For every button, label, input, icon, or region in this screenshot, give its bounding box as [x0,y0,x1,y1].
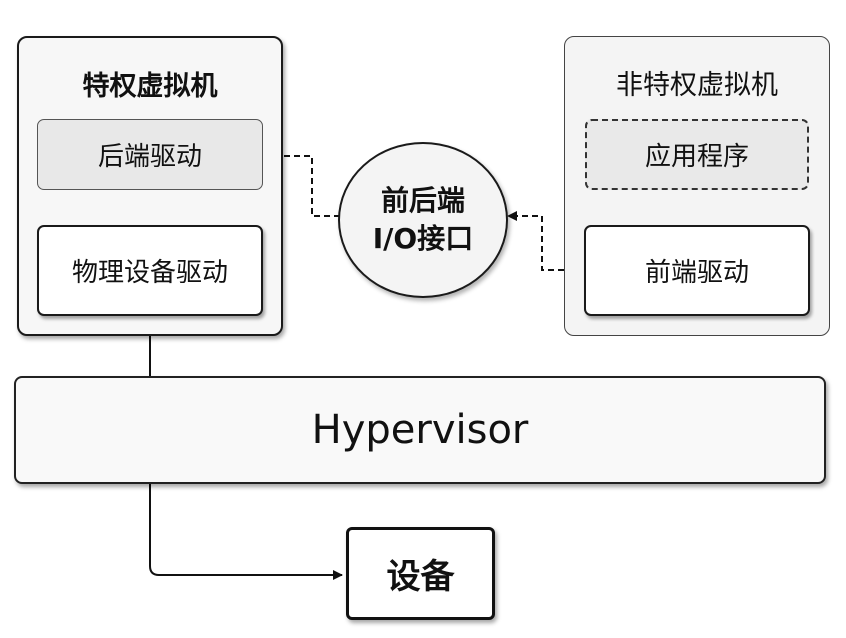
privileged-vm-title: 特权虚拟机 [82,71,218,102]
io-interface: 前后端 I/O接口 [338,142,508,298]
application: 应用程序 [585,119,809,190]
io-interface-line1: 前后端 [380,184,465,218]
backend-driver: 后端驱动 [37,119,263,190]
hypervisor-to-device-arrow [149,484,343,580]
hypervisor: Hypervisor [14,376,826,484]
physical-device-driver: 物理设备驱动 [37,225,263,316]
io-interface-line2: I/O接口 [372,222,474,255]
device: 设备 [346,527,495,620]
nonprivileged-vm-title: 非特权虚拟机 [616,70,778,101]
frontend-driver: 前端驱动 [584,225,810,316]
